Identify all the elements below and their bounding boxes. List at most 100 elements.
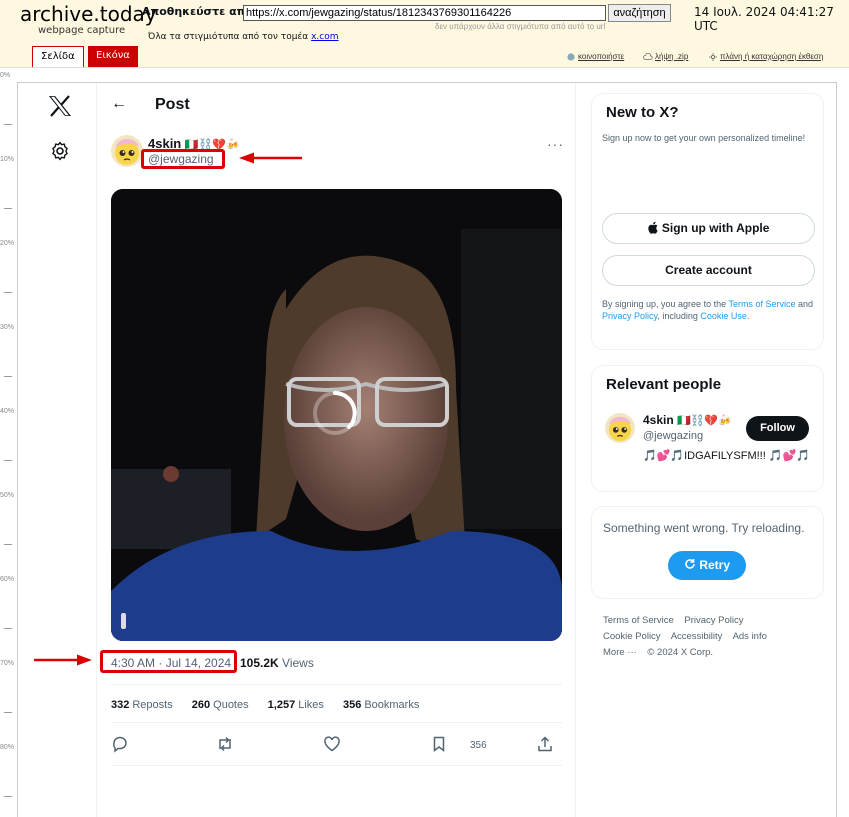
share-icon [567, 53, 575, 61]
timestamp-annotation-arrow-icon [34, 654, 92, 666]
timestamp-highlight-box [100, 650, 237, 673]
like-heart-icon[interactable] [323, 735, 341, 753]
relevant-person-avatar[interactable] [605, 413, 635, 443]
handle-highlight-box [141, 149, 225, 169]
author-avatar[interactable] [111, 135, 143, 167]
ruler-label: 20% [0, 240, 15, 247]
ruler-label: 0% [0, 72, 11, 79]
report-label: πλάνη ή καταχώρηση έκθεση [720, 52, 824, 61]
pleading-face-avatar-icon [608, 416, 632, 442]
share-upload-icon[interactable] [536, 735, 554, 753]
bookmarks-label: Bookmarks [364, 699, 420, 711]
reposts-stat[interactable]: 332 Reposts [111, 699, 173, 711]
capture-date: 14 Ιουλ. 2024 04:41:27 UTC [694, 5, 834, 33]
likes-label: Likes [298, 699, 324, 711]
quotes-label: Quotes [213, 699, 249, 711]
and-text: and [797, 299, 814, 309]
error-message: Something went wrong. Try reloading. [603, 521, 805, 535]
footer-more-link[interactable]: More ··· [603, 647, 637, 658]
bookmark-action-count: 356 [470, 740, 487, 751]
ruler-tick [4, 796, 12, 797]
domain-link[interactable]: x.com [311, 32, 338, 42]
download-label: λήψη .zip [655, 52, 689, 61]
more-options-icon[interactable]: ··· [547, 136, 564, 152]
page-title: Post [155, 96, 190, 113]
x-logo-icon[interactable] [48, 95, 72, 117]
divider [111, 722, 562, 723]
ruler-tick [4, 376, 12, 377]
settings-gear-icon[interactable] [50, 141, 70, 161]
ruler-label: 40% [0, 408, 15, 415]
sun-icon [709, 52, 717, 61]
privacy-link[interactable]: Privacy Policy [602, 311, 657, 321]
left-nav [18, 83, 96, 817]
save-from-label: Αποθηκεύστε από [142, 5, 253, 18]
captured-page: ← Post 4skin 🇮🇹⛓️💔🍻 @jewgazing ··· 4:30 … [17, 82, 837, 817]
create-account-button[interactable]: Create account [602, 255, 815, 286]
divider [111, 765, 562, 766]
sign-up-apple-button[interactable]: Sign up with Apple [602, 213, 815, 244]
url-input[interactable] [243, 5, 606, 21]
relevant-person-handle[interactable]: @jewgazing [643, 430, 703, 442]
tab-page[interactable]: Σελίδα [32, 46, 84, 67]
rp-name-emojis: 🇮🇹⛓️💔🍻 [677, 415, 732, 427]
terms-link[interactable]: Terms of Service [728, 299, 795, 309]
ruler-label: 50% [0, 492, 15, 499]
archive-logo-subtitle: webpage capture [38, 25, 126, 36]
reply-icon[interactable] [111, 735, 129, 753]
views-label: Views [282, 656, 314, 670]
archive-header: archive.today webpage capture Αποθηκεύστ… [0, 0, 849, 68]
search-button[interactable]: αναζήτηση [608, 4, 671, 22]
footer-terms-link[interactable]: Terms of Service [603, 615, 674, 626]
views-number: 105.2K [240, 656, 279, 670]
ruler-tick [4, 712, 12, 713]
ruler-tick [4, 124, 12, 125]
ruler-tick [4, 544, 12, 545]
retry-button[interactable]: Retry [668, 551, 746, 580]
bookmarks-count: 356 [342, 699, 362, 711]
engagement-stats: 332 Reposts 260 Quotes 1,257 Likes 356 Bookm… [111, 699, 435, 711]
likes-stat[interactable]: 1,257 Likes [268, 699, 324, 711]
archive-logo-title[interactable]: archive.today [20, 2, 157, 26]
bookmarks-stat[interactable]: 356 Bookmarks [343, 699, 419, 711]
handle-annotation-arrow-icon [239, 152, 302, 164]
pleading-face-avatar-icon [115, 138, 139, 165]
tab-image[interactable]: Εικόνα [88, 46, 138, 67]
footer-accessibility-link[interactable]: Accessibility [671, 631, 723, 642]
all-snapshots-text: Όλα τα στιγμιότυπα από τον τομέα [148, 32, 309, 42]
back-arrow-icon[interactable]: ← [111, 95, 127, 113]
refresh-icon [684, 558, 699, 572]
signup-card: New to X? Sign up now to get your own pe… [591, 93, 824, 350]
footer-copyright: © 2024 X Corp. [647, 647, 714, 658]
relevant-person-name[interactable]: 4skin 🇮🇹⛓️💔🍻 [643, 413, 732, 427]
repost-icon[interactable] [216, 735, 234, 753]
footer-ads-info-link[interactable]: Ads info [733, 631, 767, 642]
loading-spinner-icon [313, 391, 357, 435]
ruler-tick [4, 460, 12, 461]
ruler-tick [4, 628, 12, 629]
views-count: 105.2K Views [240, 656, 314, 670]
relevant-person-bio: 🎵💕🎵IDGAFILYSFM!!! 🎵💕🎵 [643, 450, 810, 462]
likes-count: 1,257 [267, 699, 296, 711]
no-snapshots-note: δεν υπάρχουν άλλα στιγμιότυπα από αυτό τ… [435, 22, 606, 31]
post-column: ← Post 4skin 🇮🇹⛓️💔🍻 @jewgazing ··· 4:30 … [34, 83, 576, 817]
terms-prefix: By signing up, you agree to the [602, 299, 727, 309]
ruler-label: 10% [0, 156, 15, 163]
including-text: , including [657, 311, 698, 322]
report-link[interactable]: πλάνη ή καταχώρηση έκθεση [708, 52, 823, 61]
bookmark-icon[interactable] [430, 735, 448, 753]
video-progress-handle[interactable] [121, 613, 126, 629]
ruler-tick [4, 208, 12, 209]
divider [111, 684, 562, 685]
footer-privacy-link[interactable]: Privacy Policy [684, 615, 743, 626]
download-link[interactable]: λήψη .zip [643, 52, 688, 61]
follow-button[interactable]: Follow [746, 416, 809, 441]
video-player[interactable] [111, 189, 562, 641]
share-link[interactable]: κοινοποιήστε [566, 52, 624, 61]
ruler-label: 80% [0, 744, 15, 751]
reposts-count: 332 [111, 699, 130, 711]
signup-title: New to X? [606, 104, 679, 121]
quotes-stat[interactable]: 260 Quotes [192, 699, 249, 711]
cookie-link[interactable]: Cookie Use [700, 311, 747, 321]
footer-cookie-link[interactable]: Cookie Policy [603, 631, 661, 642]
